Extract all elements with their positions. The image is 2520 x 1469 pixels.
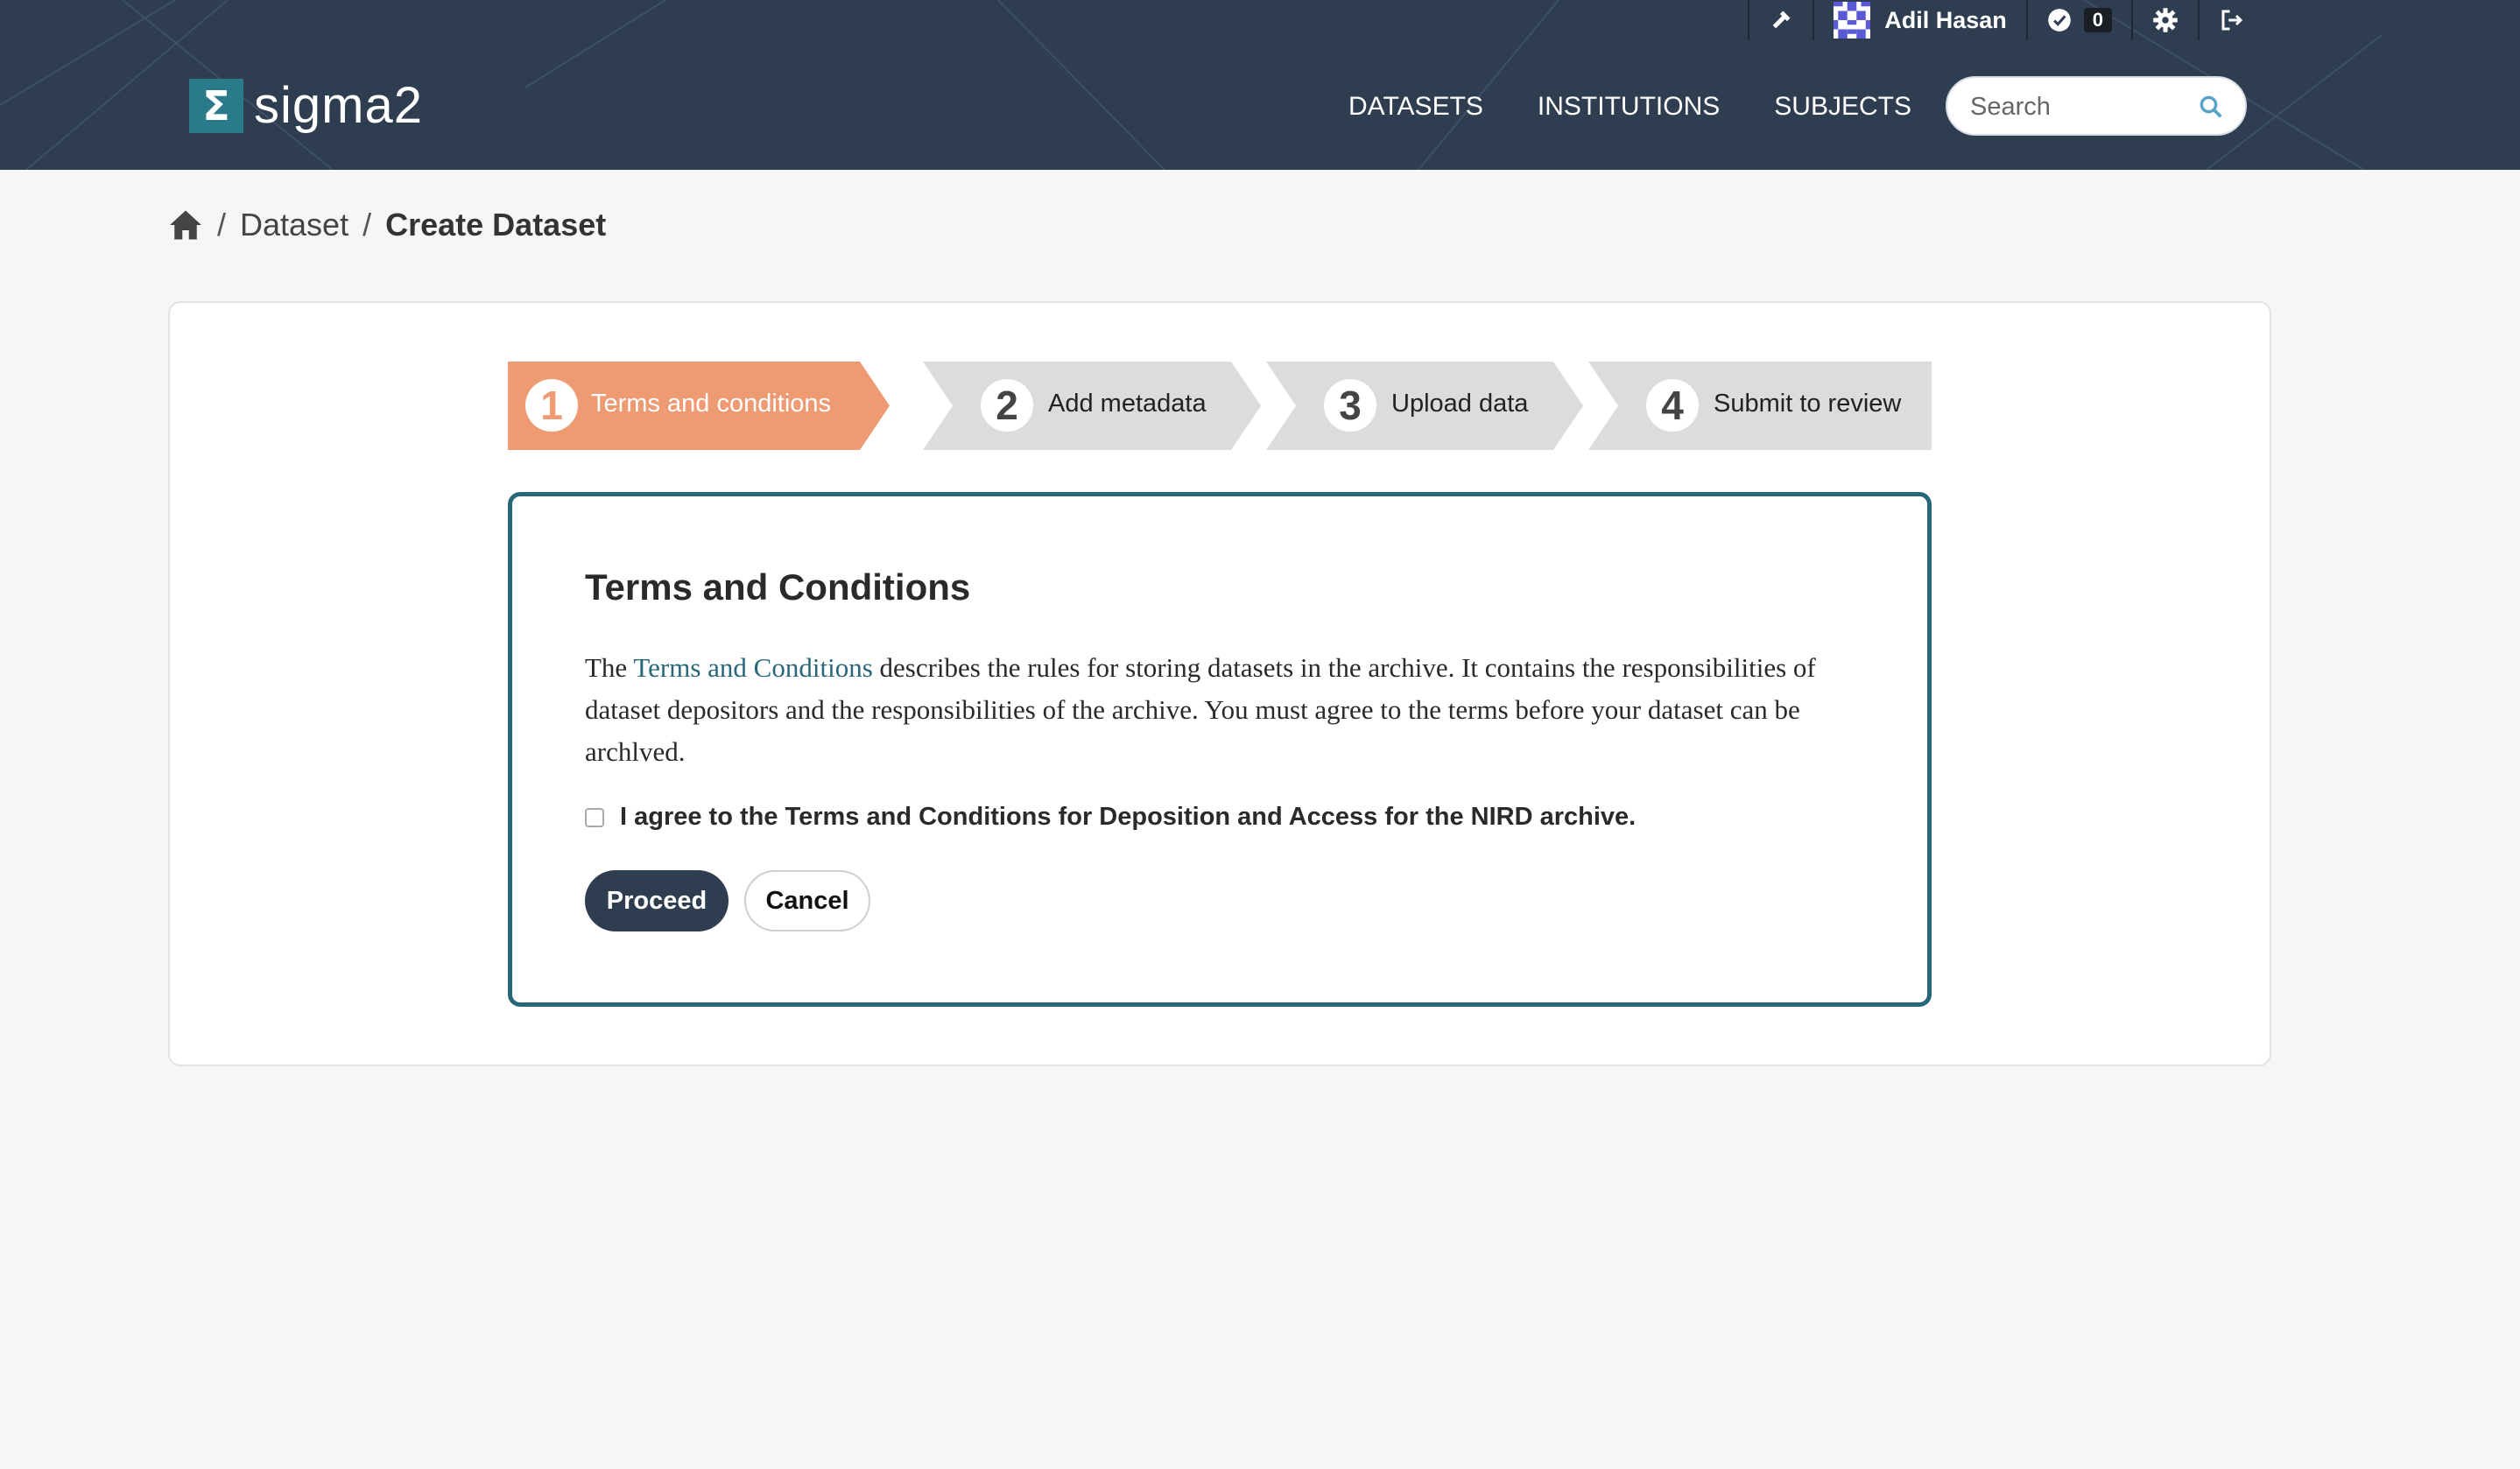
step-label: Submit to review: [1714, 390, 1902, 418]
terms-title: Terms and Conditions: [585, 566, 971, 608]
step-upload: 3 Upload data: [1266, 362, 1583, 450]
step-number: 4: [1646, 379, 1699, 432]
user-toolbar: Adil Hasan 0: [1748, 0, 2264, 40]
notifications-button[interactable]: 0: [2025, 0, 2131, 40]
check-circle-icon: [2047, 9, 2071, 32]
breadcrumb-separator: /: [363, 207, 372, 242]
step-progress: 1 Terms and conditions 2 Add metadata 3 …: [508, 362, 1932, 450]
avatar: [1834, 2, 1871, 39]
step-label: Terms and conditions: [591, 390, 832, 418]
logout-button[interactable]: [2198, 0, 2264, 40]
notifications-badge: 0: [2083, 8, 2112, 32]
hammer-icon: [1772, 11, 1791, 29]
terms-panel: Terms and Conditions The Terms and Condi…: [508, 492, 1932, 1007]
proceed-button[interactable]: Proceed: [585, 870, 729, 931]
nav-subjects[interactable]: SUBJECTS: [1774, 89, 1911, 124]
tools-button[interactable]: [1748, 0, 1813, 40]
step-label: Upload data: [1391, 390, 1529, 418]
logo-text: sigma2: [254, 77, 423, 134]
step-submit: 4 Submit to review: [1588, 362, 1932, 450]
search-input[interactable]: [1968, 90, 2191, 123]
step-terms: 1 Terms and conditions: [508, 362, 890, 450]
logo-symbol: Σ: [189, 79, 243, 133]
site-logo[interactable]: Σ sigma2: [189, 79, 423, 133]
nav-institutions[interactable]: INSTITUTIONS: [1538, 89, 1720, 124]
step-number: 2: [981, 379, 1033, 432]
gear-icon: [2153, 8, 2178, 32]
breadcrumb-separator: /: [217, 207, 227, 242]
user-menu[interactable]: Adil Hasan: [1813, 0, 2026, 40]
user-name: Adil Hasan: [1884, 6, 2007, 33]
terms-link[interactable]: Terms and Conditions: [633, 652, 872, 683]
agree-checkbox[interactable]: [585, 807, 604, 827]
site-header: Σ sigma2 Adil Hasan 0 DATASETS INSTITUTI…: [0, 0, 2520, 170]
search-icon[interactable]: [2198, 94, 2224, 120]
nav-datasets[interactable]: DATASETS: [1348, 89, 1483, 124]
step-number: 3: [1324, 379, 1376, 432]
breadcrumb: / Dataset / Create Dataset: [168, 207, 606, 243]
main-nav: DATASETS INSTITUTIONS SUBJECTS: [1348, 89, 1966, 124]
cancel-button[interactable]: Cancel: [744, 870, 870, 931]
agree-label[interactable]: I agree to the Terms and Conditions for …: [620, 803, 1636, 832]
agree-row[interactable]: I agree to the Terms and Conditions for …: [585, 803, 1636, 832]
terms-text-before: The: [585, 652, 634, 683]
breadcrumb-dataset[interactable]: Dataset: [240, 207, 348, 243]
home-icon[interactable]: [168, 209, 203, 241]
terms-description: The Terms and Conditions describes the r…: [585, 647, 1855, 773]
breadcrumb-current: Create Dataset: [385, 207, 607, 242]
step-number: 1: [525, 379, 578, 432]
logout-icon: [2221, 10, 2243, 31]
search-box: [1946, 76, 2247, 136]
step-label: Add metadata: [1048, 390, 1207, 418]
settings-button[interactable]: [2131, 0, 2198, 40]
step-metadata: 2 Add metadata: [923, 362, 1261, 450]
